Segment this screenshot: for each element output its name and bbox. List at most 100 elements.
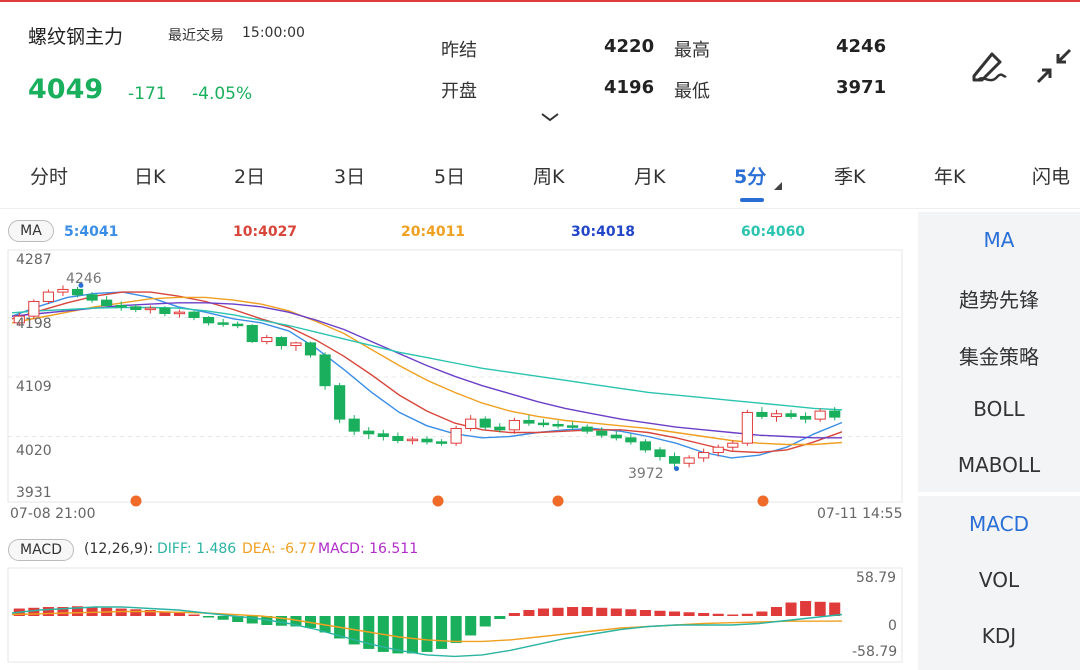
ma20-value: 20:4011 <box>401 224 466 240</box>
macd-bar <box>727 614 739 616</box>
tab-3day[interactable]: 3日 <box>334 162 365 189</box>
candle <box>188 311 200 319</box>
top-accent-line <box>0 0 1080 2</box>
macd-bar <box>785 602 797 616</box>
sidebar-item-maboll[interactable]: MABOLL <box>918 453 1080 477</box>
event-marker <box>130 495 142 507</box>
tab-dropdown-triangle-icon[interactable] <box>774 182 782 190</box>
ma-indicator-pill[interactable]: MA <box>8 220 54 242</box>
candle <box>479 418 491 428</box>
candle <box>712 446 724 454</box>
macd-chart[interactable] <box>0 566 910 666</box>
candle <box>28 300 40 317</box>
macd-bar <box>537 608 550 616</box>
collapse-arrows-icon[interactable] <box>1034 46 1074 86</box>
price-change-percent: -4.05% <box>192 84 253 104</box>
ma60-value: 60:4060 <box>741 224 806 240</box>
stat-value-high: 4246 <box>836 36 887 57</box>
candle <box>275 337 287 347</box>
candle <box>217 322 229 325</box>
futures-chart-screen: 螺纹钢主力 最近交易 15:00:00 4049 -171 -4.05% 昨结 … <box>0 0 1080 670</box>
candle <box>654 449 666 458</box>
macd-bar <box>494 616 506 619</box>
candle <box>800 415 812 420</box>
candle <box>610 434 622 439</box>
sidebar-item-vol[interactable]: VOL <box>918 568 1080 592</box>
ma60-line <box>11 306 843 411</box>
candle <box>508 419 520 431</box>
macd-bar <box>436 616 448 649</box>
candle <box>101 299 113 306</box>
stat-value-prev-settle: 4220 <box>604 36 655 57</box>
sidebar-item-ma[interactable]: MA <box>918 228 1080 252</box>
macd-bar <box>523 610 535 616</box>
macd-bar <box>567 607 579 616</box>
macd-bar <box>188 614 200 616</box>
candle <box>741 411 753 444</box>
low-marker <box>674 466 680 472</box>
candle <box>202 317 215 324</box>
candle <box>57 288 69 293</box>
macd-bar <box>479 616 491 627</box>
tab-yearly-k[interactable]: 年K <box>934 162 965 189</box>
macd-indicator-pill[interactable]: MACD <box>8 539 74 561</box>
candle <box>829 410 841 418</box>
macd-bar <box>203 616 215 618</box>
sidebar-item-jijin[interactable]: 集金策略 <box>918 341 1080 370</box>
sidebar-item-macd[interactable]: MACD <box>918 512 1080 536</box>
candle <box>770 413 783 417</box>
candle <box>523 419 535 424</box>
candle <box>567 425 579 428</box>
sidebar-item-boll[interactable]: BOLL <box>918 397 1080 421</box>
event-marker <box>552 495 564 507</box>
macd-bar <box>756 611 768 616</box>
macd-bar <box>406 616 418 654</box>
macd-bar <box>669 611 681 616</box>
ma20-line <box>11 296 843 446</box>
y-tick-label: 4020 <box>16 443 52 459</box>
candle <box>450 427 462 444</box>
stat-value-open: 4196 <box>604 77 655 98</box>
y-tick-label: 3931 <box>16 485 52 501</box>
y-tick-label: 4109 <box>16 379 52 395</box>
candle <box>552 423 564 427</box>
candle <box>683 457 695 464</box>
tab-timeshare[interactable]: 分时 <box>30 162 68 189</box>
tab-monthly-k[interactable]: 月K <box>634 162 665 189</box>
macd-bar <box>698 613 710 616</box>
tab-quarterly-k[interactable]: 季K <box>834 162 865 189</box>
draw-pen-icon[interactable] <box>968 46 1008 86</box>
sidebar-item-kdj[interactable]: KDJ <box>918 624 1080 648</box>
period-tabs: 分时 日K 2日 3日 5日 周K 月K 5分 季K 年K 闪电 <box>0 150 1080 208</box>
tab-5day[interactable]: 5日 <box>434 162 465 189</box>
tab-5min[interactable]: 5分 <box>734 162 766 189</box>
candle <box>348 418 360 432</box>
candle <box>639 441 652 451</box>
macd-bar <box>392 616 404 654</box>
candle <box>334 385 346 420</box>
candle <box>363 430 375 435</box>
macd-bar <box>712 613 724 616</box>
macd-y-tick: -58.79 <box>852 644 898 660</box>
candle <box>304 342 317 356</box>
macd-bar <box>581 607 593 616</box>
candle <box>144 307 156 311</box>
macd-bar <box>552 607 564 616</box>
macd-bar <box>86 607 98 616</box>
macd-y-tick: 0 <box>888 618 897 634</box>
macd-bar <box>217 616 229 620</box>
ma10-value: 10:4027 <box>233 224 298 240</box>
tab-daily-k[interactable]: 日K <box>134 162 165 189</box>
tab-weekly-k[interactable]: 周K <box>533 162 564 189</box>
stat-label-high: 最高 <box>674 40 710 61</box>
macd-bar <box>829 602 841 616</box>
sidebar-item-trend[interactable]: 趋势先锋 <box>918 284 1080 313</box>
chevron-down-icon[interactable] <box>540 112 560 122</box>
candle <box>392 436 404 442</box>
candle <box>596 430 608 436</box>
candle <box>465 418 477 429</box>
candle <box>814 410 826 420</box>
tab-2day[interactable]: 2日 <box>234 162 265 189</box>
candlestick-chart[interactable] <box>0 246 910 508</box>
tab-lightning[interactable]: 闪电 <box>1032 162 1070 189</box>
